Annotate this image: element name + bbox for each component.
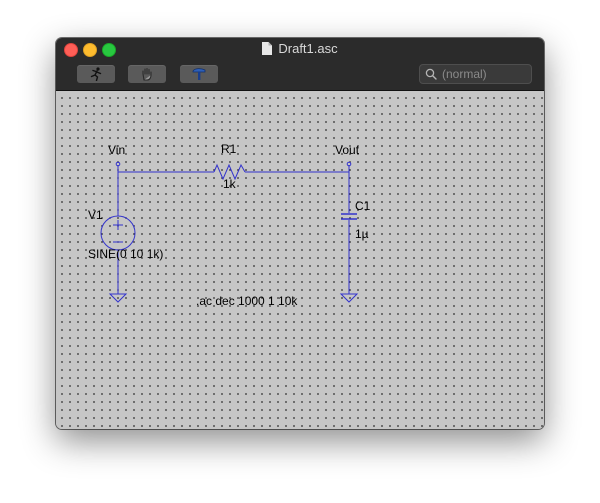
ground-symbol-right[interactable] (339, 293, 359, 303)
wire-vin[interactable] (117, 165, 214, 173)
vin-net-label[interactable]: Vin (108, 143, 125, 157)
search-field[interactable] (419, 64, 532, 84)
ground-symbol-left[interactable] (108, 293, 128, 303)
search-input[interactable] (442, 66, 528, 82)
hand-icon (142, 67, 152, 81)
edit-button[interactable] (180, 65, 218, 83)
source-value-label[interactable]: SINE(0 10 1k) (88, 247, 163, 261)
vout-net-label[interactable]: Vout (335, 143, 359, 157)
capacitor-c1[interactable] (341, 213, 357, 220)
window-title: Draft1.asc (278, 41, 338, 56)
resistor-value-label[interactable]: 1k (223, 177, 236, 191)
capacitor-ref-label[interactable]: C1 (355, 199, 370, 213)
document-icon (262, 42, 273, 55)
voltage-source-v1[interactable] (100, 215, 136, 251)
search-icon (425, 68, 437, 80)
capacitor-value-label[interactable]: 1µ (355, 227, 369, 241)
resistor-ref-label[interactable]: R1 (221, 142, 236, 156)
spice-directive[interactable]: .ac dec 1000 1 10k (196, 294, 297, 308)
window-title-area: Draft1.asc (56, 41, 544, 56)
schematic-canvas[interactable]: Vin Vout R1 1k C1 1µ V1 SINE(0 10 1k) .a… (56, 91, 544, 429)
source-ref-label[interactable]: V1 (88, 208, 103, 222)
halt-button[interactable] (128, 65, 166, 83)
running-man-icon (90, 67, 102, 81)
wire-vout[interactable] (245, 165, 350, 213)
schematic-window: Draft1.asc (normal) Vin Vout R1 1k C1 1µ… (56, 38, 544, 429)
run-button[interactable] (77, 65, 115, 83)
title-bar: Draft1.asc (56, 38, 544, 91)
hammer-icon (192, 68, 206, 80)
